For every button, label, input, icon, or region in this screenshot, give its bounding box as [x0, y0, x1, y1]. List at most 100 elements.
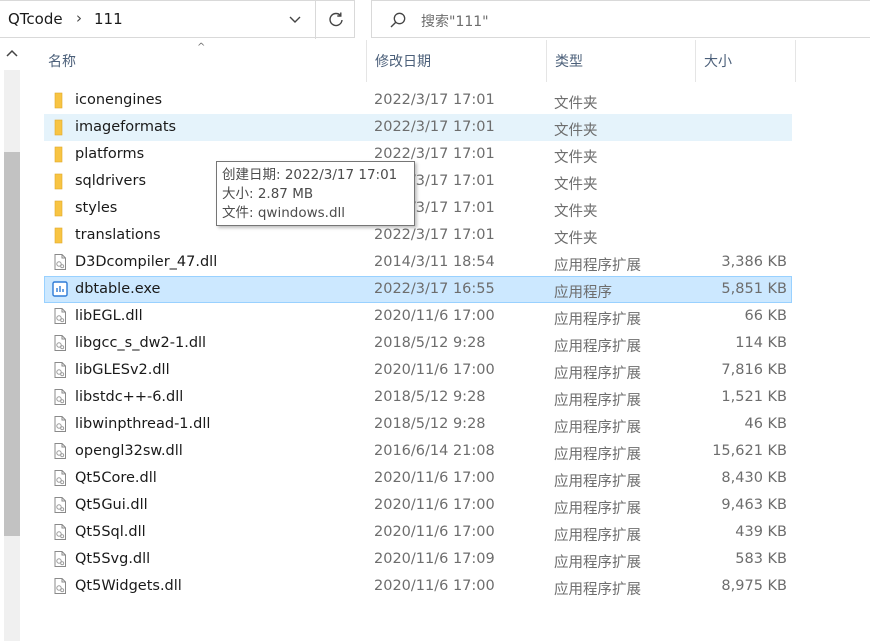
- column-label-name: 名称: [48, 54, 76, 70]
- file-name: translations: [75, 227, 161, 243]
- file-type: 应用程序扩展: [554, 420, 641, 436]
- file-row[interactable]: Qt5Sql.dll 2020/11/6 17:00 应用程序扩展 439 KB: [44, 519, 792, 546]
- column-header-type[interactable]: 类型: [547, 40, 696, 82]
- search-input[interactable]: 搜索"111": [421, 11, 489, 31]
- file-row[interactable]: imageformats 2022/3/17 17:01 文件夹: [44, 114, 792, 141]
- file-name: styles: [75, 200, 118, 216]
- file-name: libEGL.dll: [75, 308, 143, 324]
- file-name: sqldrivers: [75, 173, 146, 189]
- address-bar[interactable]: QTcode › 111: [0, 0, 355, 39]
- file-type: 文件夹: [554, 204, 598, 220]
- file-row[interactable]: libEGL.dll 2020/11/6 17:00 应用程序扩展 66 KB: [44, 303, 792, 330]
- file-name: Qt5Svg.dll: [75, 551, 151, 567]
- file-modified-date: 2020/11/6 17:00: [374, 497, 495, 513]
- file-type: 文件夹: [554, 231, 598, 247]
- breadcrumb-separator-icon[interactable]: ›: [76, 9, 82, 27]
- file-row[interactable]: styles 2022/3/17 17:01 文件夹: [44, 195, 792, 222]
- breadcrumb-qtcode[interactable]: QTcode: [8, 10, 63, 28]
- file-size: 66 KB: [744, 308, 787, 324]
- file-row[interactable]: D3Dcompiler_47.dll 2014/3/11 18:54 应用程序扩展 3…: [44, 249, 792, 276]
- file-modified-date: 2020/11/6 17:00: [374, 308, 495, 324]
- file-row[interactable]: dbtable.exe 2022/3/17 16:55 应用程序 5,851 KB: [44, 276, 792, 303]
- breadcrumb-111[interactable]: 111: [94, 10, 123, 28]
- file-size: 15,621 KB: [712, 443, 787, 459]
- folder-info-tooltip: 创建日期: 2022/3/17 17:01 大小: 2.87 MB 文件: qw…: [216, 161, 415, 226]
- search-icon: [390, 12, 406, 28]
- file-size: 5,851 KB: [721, 281, 787, 297]
- file-row[interactable]: iconengines 2022/3/17 17:01 文件夹: [44, 87, 792, 114]
- file-modified-date: 2020/11/6 17:00: [374, 362, 495, 378]
- scrollbar-thumb[interactable]: [4, 152, 20, 536]
- column-label-type: 类型: [555, 54, 583, 70]
- file-name: libwinpthread-1.dll: [75, 416, 211, 432]
- folder-icon: [51, 118, 69, 136]
- chevron-down-icon[interactable]: [281, 7, 309, 33]
- dll-file-icon: [51, 334, 69, 352]
- file-name: Qt5Core.dll: [75, 470, 157, 486]
- dll-file-icon: [51, 415, 69, 433]
- file-type: 文件夹: [554, 150, 598, 166]
- file-list: iconengines 2022/3/17 17:01 文件夹 imageformat…: [44, 87, 792, 600]
- file-row[interactable]: libwinpthread-1.dll 2018/5/12 9:28 应用程序扩展 4…: [44, 411, 792, 438]
- folder-icon: [51, 172, 69, 190]
- file-name: libgcc_s_dw2-1.dll: [75, 335, 207, 351]
- column-header-row: ^ 名称 修改日期 类型 大小: [0, 40, 870, 82]
- file-row[interactable]: opengl32sw.dll 2016/6/14 21:08 应用程序扩展 15,62…: [44, 438, 792, 465]
- file-modified-date: 2022/3/17 17:01: [374, 92, 495, 108]
- file-type: 文件夹: [554, 123, 598, 139]
- file-row[interactable]: sqldrivers 2022/3/17 17:01 文件夹: [44, 168, 792, 195]
- file-row[interactable]: libstdc++-6.dll 2018/5/12 9:28 应用程序扩展 1,521…: [44, 384, 792, 411]
- file-modified-date: 2018/5/12 9:28: [374, 335, 486, 351]
- file-type: 应用程序扩展: [554, 474, 641, 490]
- refresh-icon[interactable]: [315, 1, 355, 39]
- column-label-date: 修改日期: [375, 54, 431, 70]
- file-size: 1,521 KB: [721, 389, 787, 405]
- file-name: platforms: [75, 146, 145, 162]
- dll-file-icon: [51, 307, 69, 325]
- column-header-size[interactable]: 大小: [696, 40, 796, 82]
- file-modified-date: 2020/11/6 17:09: [374, 551, 495, 567]
- file-name: Qt5Gui.dll: [75, 497, 148, 513]
- dll-file-icon: [51, 442, 69, 460]
- file-row[interactable]: translations 2022/3/17 17:01 文件夹: [44, 222, 792, 249]
- file-modified-date: 2016/6/14 21:08: [374, 443, 495, 459]
- tooltip-size: 大小: 2.87 MB: [222, 186, 314, 202]
- file-modified-date: 2020/11/6 17:00: [374, 578, 495, 594]
- file-size: 8,430 KB: [721, 470, 787, 486]
- file-type: 应用程序扩展: [554, 339, 641, 355]
- file-modified-date: 2022/3/17 17:01: [374, 227, 495, 243]
- dll-file-icon: [51, 577, 69, 595]
- column-header-date[interactable]: 修改日期: [367, 40, 547, 82]
- file-row[interactable]: Qt5Widgets.dll 2020/11/6 17:00 应用程序扩展 8,975…: [44, 573, 792, 600]
- file-name: D3Dcompiler_47.dll: [75, 254, 218, 270]
- file-size: 3,386 KB: [721, 254, 787, 270]
- file-row[interactable]: Qt5Gui.dll 2020/11/6 17:00 应用程序扩展 9,463 KB: [44, 492, 792, 519]
- file-row[interactable]: Qt5Svg.dll 2020/11/6 17:09 应用程序扩展 583 KB: [44, 546, 792, 573]
- scroll-up-arrow-icon[interactable]: [4, 48, 20, 64]
- file-size: 7,816 KB: [721, 362, 787, 378]
- folder-icon: [51, 91, 69, 109]
- dll-file-icon: [51, 523, 69, 541]
- file-modified-date: 2018/5/12 9:28: [374, 416, 486, 432]
- file-name: opengl32sw.dll: [75, 443, 183, 459]
- dll-file-icon: [51, 550, 69, 568]
- file-type: 应用程序扩展: [554, 366, 641, 382]
- tooltip-files: 文件: qwindows.dll: [222, 205, 346, 221]
- file-size: 9,463 KB: [721, 497, 787, 513]
- dll-file-icon: [51, 253, 69, 271]
- file-size: 439 KB: [735, 524, 787, 540]
- file-row[interactable]: libGLESv2.dll 2020/11/6 17:00 应用程序扩展 7,816 …: [44, 357, 792, 384]
- file-row[interactable]: libgcc_s_dw2-1.dll 2018/5/12 9:28 应用程序扩展 11…: [44, 330, 792, 357]
- file-size: 46 KB: [744, 416, 787, 432]
- file-type: 应用程序扩展: [554, 312, 641, 328]
- dll-file-icon: [51, 469, 69, 487]
- file-size: 583 KB: [735, 551, 787, 567]
- file-row[interactable]: platforms 2022/3/17 17:01 文件夹: [44, 141, 792, 168]
- file-row[interactable]: Qt5Core.dll 2020/11/6 17:00 应用程序扩展 8,430 KB: [44, 465, 792, 492]
- file-size: 114 KB: [735, 335, 787, 351]
- folder-icon: [51, 145, 69, 163]
- file-type: 应用程序扩展: [554, 501, 641, 517]
- column-header-name[interactable]: 名称: [40, 40, 367, 82]
- file-type: 应用程序扩展: [554, 258, 641, 274]
- search-box[interactable]: 搜索"111": [371, 0, 870, 38]
